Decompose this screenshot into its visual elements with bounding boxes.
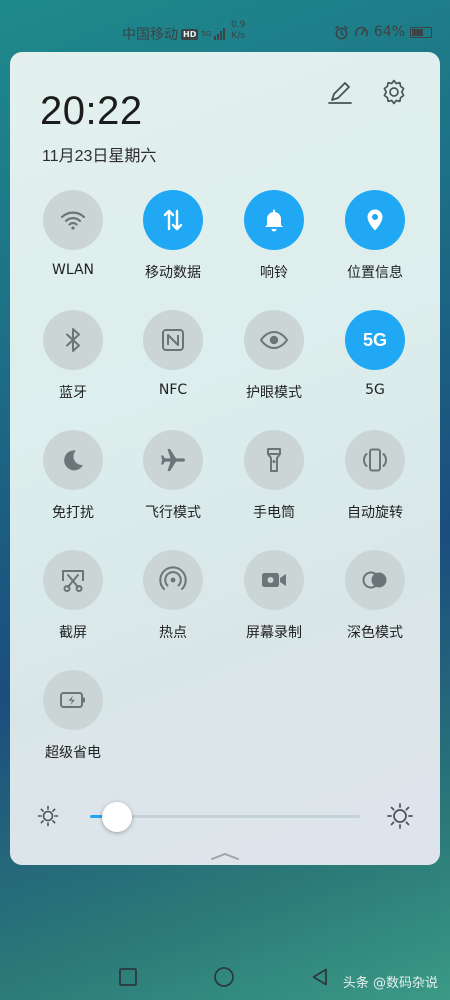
5g-icon[interactable]: 5G (345, 310, 405, 370)
tile-bell[interactable]: 响铃 (224, 190, 324, 282)
screenshot-icon[interactable] (43, 550, 103, 610)
tile-label: 热点 (159, 625, 187, 641)
screen-record-icon[interactable] (244, 550, 304, 610)
auto-rotate-icon[interactable] (345, 430, 405, 490)
signal-icon (214, 28, 226, 40)
tile-label: 屏幕录制 (246, 625, 302, 641)
speed-unit: K/s (231, 31, 245, 41)
dark-mode-icon[interactable] (345, 550, 405, 610)
edit-button[interactable] (324, 76, 356, 108)
brightness-low-icon (37, 805, 59, 827)
bluetooth-icon[interactable] (43, 310, 103, 370)
moon-icon[interactable] (43, 430, 103, 490)
speed-value: 0.9 (231, 20, 246, 30)
circle-icon (214, 967, 234, 987)
status-left: 中国移动 HD 5G (122, 24, 226, 44)
clock-date[interactable]: 11月23日星期六 (42, 142, 156, 166)
network-type: 5G (201, 30, 212, 38)
square-icon (119, 968, 137, 986)
bell-icon[interactable] (244, 190, 304, 250)
triangle-back-icon (312, 968, 327, 986)
clock-time[interactable]: 20:22 (40, 89, 143, 134)
settings-button[interactable] (378, 76, 410, 108)
mobile-data-icon[interactable] (143, 190, 203, 250)
tile-label: 超级省电 (45, 745, 101, 761)
battery-level (412, 28, 423, 36)
tile-label: 自动旋转 (347, 505, 403, 521)
navigation-bar: 头条 @数码杂说 (0, 945, 450, 1000)
nfc-icon[interactable] (143, 310, 203, 370)
tile-nfc[interactable]: NFC (123, 310, 223, 398)
tile-5g[interactable]: 5G 5G (325, 310, 425, 398)
airplane-icon[interactable] (143, 430, 203, 490)
brightness-slider[interactable] (10, 792, 440, 840)
home-button[interactable] (212, 965, 236, 989)
tile-eye[interactable]: 护眼模式 (224, 310, 324, 402)
tile-location[interactable]: 位置信息 (325, 190, 425, 282)
chevron-up-icon (211, 853, 239, 860)
tile-label: 免打扰 (52, 505, 94, 521)
tile-label: 5G (365, 382, 385, 398)
tile-label: 护眼模式 (246, 385, 302, 401)
tile-hotspot[interactable]: 热点 (123, 550, 223, 642)
tile-label: 手电筒 (253, 505, 295, 521)
eye-icon[interactable] (244, 310, 304, 370)
gear-icon (383, 79, 405, 105)
tile-label: 深色模式 (347, 625, 403, 641)
carrier-name: 中国移动 (122, 27, 178, 43)
tile-airplane[interactable]: 飞行模式 (123, 430, 223, 522)
tile-label: 飞行模式 (145, 505, 201, 521)
watermark: 头条 @数码杂说 (342, 976, 438, 991)
flashlight-icon[interactable] (244, 430, 304, 490)
tile-label: NFC (158, 382, 188, 398)
back-button[interactable] (308, 965, 332, 989)
power-saving-icon[interactable] (43, 670, 103, 730)
battery-icon (410, 26, 432, 38)
tile-wifi[interactable]: WLAN (23, 190, 123, 278)
brightness-high-icon (387, 803, 413, 829)
tile-screenshot[interactable]: 截屏 (23, 550, 123, 642)
recents-button[interactable] (116, 965, 140, 989)
tile-label: 蓝牙 (59, 385, 87, 401)
location-icon[interactable] (345, 190, 405, 250)
tile-label: 移动数据 (145, 265, 201, 281)
panel-collapse-handle[interactable] (210, 847, 240, 866)
tile-label: 截屏 (59, 625, 87, 641)
hotspot-icon[interactable] (143, 550, 203, 610)
tile-power-saving[interactable]: 超级省电 (23, 670, 123, 762)
tile-flashlight[interactable]: 手电筒 (224, 430, 324, 522)
tile-auto-rotate[interactable]: 自动旋转 (325, 430, 425, 522)
tile-mobile-data[interactable]: 移动数据 (123, 190, 223, 282)
tile-label: WLAN (51, 262, 94, 278)
tile-label: 响铃 (260, 265, 288, 281)
battery-percent: 64% (373, 24, 405, 40)
alarm-icon (335, 25, 348, 39)
pencil-icon (328, 82, 352, 104)
status-bar: 中国移动 HD 5G 0.9 K/s 64% (0, 0, 450, 50)
hd-badge: HD (181, 28, 199, 40)
tile-bluetooth[interactable]: 蓝牙 (23, 310, 123, 402)
tile-label: 位置信息 (347, 265, 403, 281)
tile-dark-mode[interactable]: 深色模式 (325, 550, 425, 642)
quick-settings-panel: 20:22 11月23日星期六 WLAN 移动数据 响铃 位置信息蓝牙 NFC 护眼模式 5… (10, 52, 440, 865)
network-speed: 0.9 K/s (231, 20, 245, 42)
wifi-icon[interactable] (43, 190, 103, 250)
status-right: 64% (334, 24, 432, 40)
performance-icon (355, 26, 368, 37)
brightness-thumb[interactable] (102, 802, 132, 832)
tile-screen-record[interactable]: 屏幕录制 (224, 550, 324, 642)
tile-moon[interactable]: 免打扰 (23, 430, 123, 522)
